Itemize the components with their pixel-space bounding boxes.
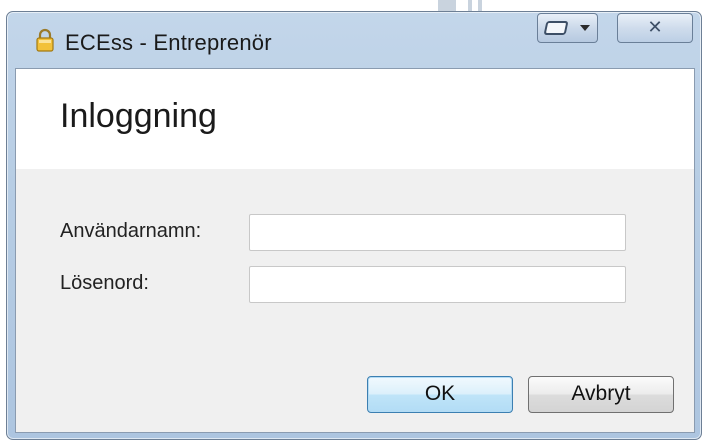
lock-icon — [36, 28, 54, 52]
username-label: Användarnamn: — [60, 220, 202, 242]
restore-button[interactable] — [537, 13, 575, 43]
dialog-window: ECEss - Entreprenör ✕ Inloggning Använda… — [6, 11, 702, 440]
password-label: Lösenord: — [60, 272, 149, 294]
username-input[interactable] — [249, 214, 626, 251]
dialog-header: Inloggning — [16, 69, 694, 169]
window-title: ECEss - Entreprenör — [65, 30, 272, 55]
dropdown-button[interactable] — [574, 13, 598, 43]
close-icon: ✕ — [647, 17, 663, 38]
cancel-button[interactable]: Avbryt — [528, 376, 674, 413]
page-title: Inloggning — [60, 97, 217, 135]
ok-button[interactable]: OK — [367, 376, 513, 413]
password-input[interactable] — [249, 266, 626, 303]
caret-down-icon — [580, 25, 590, 31]
dialog-body: Inloggning Användarnamn: Lösenord: OK Av… — [15, 68, 695, 433]
close-button[interactable]: ✕ — [617, 13, 693, 43]
restore-icon — [544, 21, 568, 35]
title-bar[interactable]: ECEss - Entreprenör ✕ — [7, 12, 701, 67]
